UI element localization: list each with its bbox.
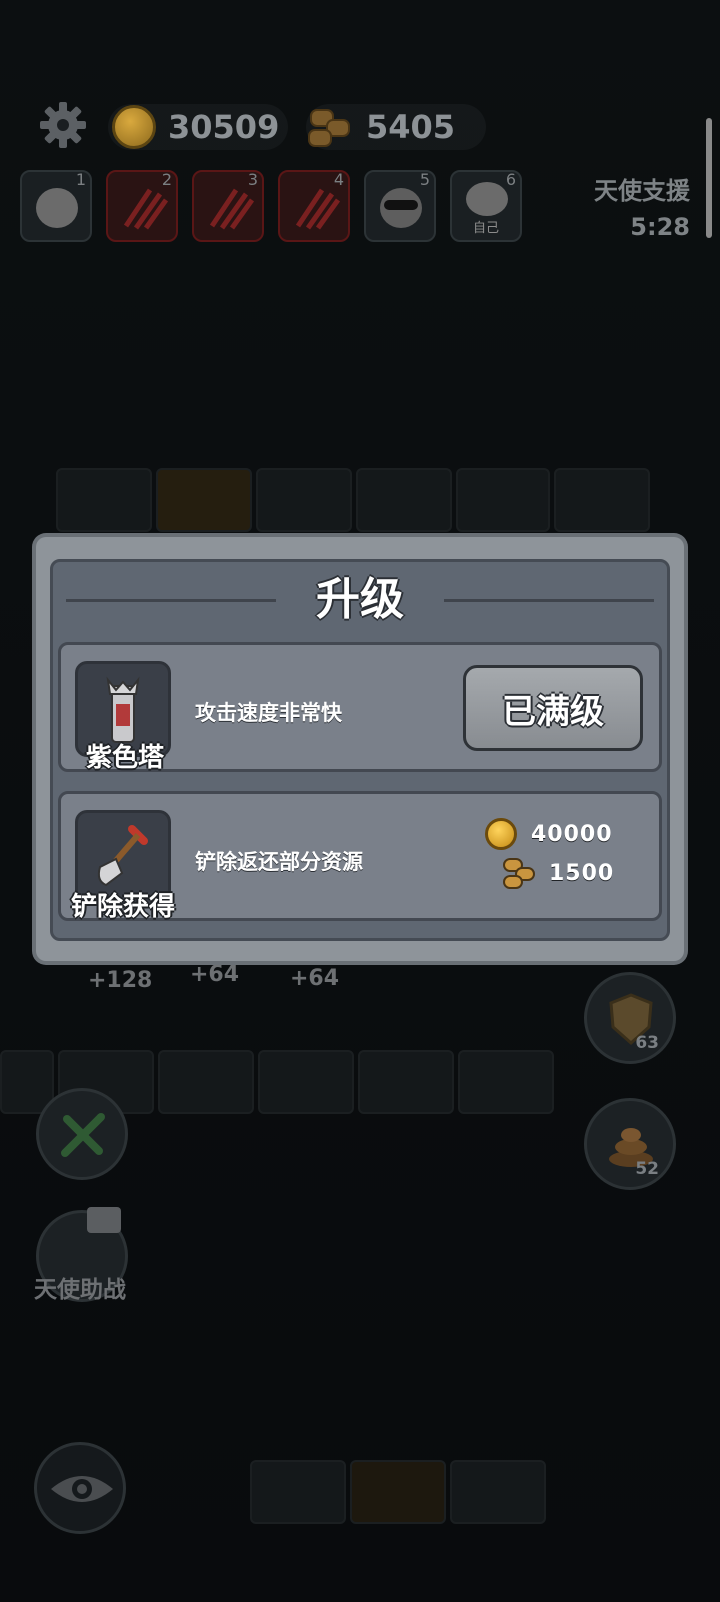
coin-icon <box>112 105 156 149</box>
refund-coins: 40000 <box>485 818 613 850</box>
player-slot-6[interactable]: 6 自己 <box>450 170 522 242</box>
refund-coins-amount: 40000 <box>531 821 613 847</box>
remove-tower-card[interactable]: 铲除获得 铲除返还部分资源 40000 1500 <box>58 791 662 922</box>
remove-label: 铲除获得 <box>70 892 175 922</box>
wood-icon <box>306 107 354 147</box>
wood-counter: 5405 <box>306 104 486 150</box>
video-ad-icon <box>87 1207 121 1233</box>
coin-counter: 30509 <box>108 104 288 150</box>
tower-description: 攻击速度非常快 <box>195 701 342 725</box>
coin-amount: 30509 <box>168 108 280 146</box>
player-slot-1[interactable]: 1 <box>20 170 92 242</box>
player-avatar-icon <box>36 188 78 228</box>
income-label: +128 <box>88 968 153 993</box>
tower-upgrade-card: 紫色塔 攻击速度非常快 已满级 <box>58 642 662 773</box>
claw-mark-icon <box>123 188 168 230</box>
self-label: 自己 <box>472 221 499 236</box>
shield-button[interactable]: 63 <box>584 972 676 1064</box>
wood-icon <box>501 858 535 889</box>
tower-name: 紫色塔 <box>85 743 164 773</box>
eye-icon <box>51 1476 113 1502</box>
angel-support-countdown: 5:28 <box>630 213 690 241</box>
player-avatar-icon <box>466 182 508 216</box>
player-slot-5[interactable]: 5 <box>364 170 436 242</box>
claw-mark-icon <box>295 188 340 230</box>
max-level-button[interactable]: 已满级 <box>463 665 643 751</box>
dialog-title: 升级 <box>316 574 404 625</box>
player-slot-2[interactable]: 2 <box>106 170 178 242</box>
claw-mark-icon <box>209 188 254 230</box>
poop-count: 52 <box>635 1159 659 1179</box>
slot-number: 1 <box>75 170 86 189</box>
slot-number: 6 <box>505 170 516 189</box>
angel-help-label: 天使助战 <box>34 1277 126 1303</box>
player-avatar-icon <box>380 188 422 228</box>
coin-icon <box>485 818 517 850</box>
settings-gear-icon[interactable] <box>38 100 88 150</box>
poop-button[interactable]: 52 <box>584 1098 676 1190</box>
income-label: +64 <box>290 966 340 991</box>
slot-number: 5 <box>419 170 430 189</box>
build-tools-button[interactable] <box>36 1088 128 1180</box>
refund-wood-amount: 1500 <box>549 860 615 886</box>
refund-wood: 1500 <box>501 858 615 889</box>
scrollbar[interactable] <box>706 118 712 238</box>
player-slot-3[interactable]: 3 <box>192 170 264 242</box>
angel-support-label: 天使支援 <box>594 177 690 205</box>
remove-description: 铲除返还部分资源 <box>195 850 363 874</box>
angel-support-timer: 天使支援 5:28 <box>594 173 690 245</box>
view-toggle-button[interactable] <box>34 1442 126 1534</box>
income-label: +64 <box>190 962 240 987</box>
player-slot-4[interactable]: 4 <box>278 170 350 242</box>
wood-amount: 5405 <box>366 108 456 146</box>
shield-count: 63 <box>635 1033 659 1053</box>
wrench-hammer-icon <box>61 1113 105 1157</box>
